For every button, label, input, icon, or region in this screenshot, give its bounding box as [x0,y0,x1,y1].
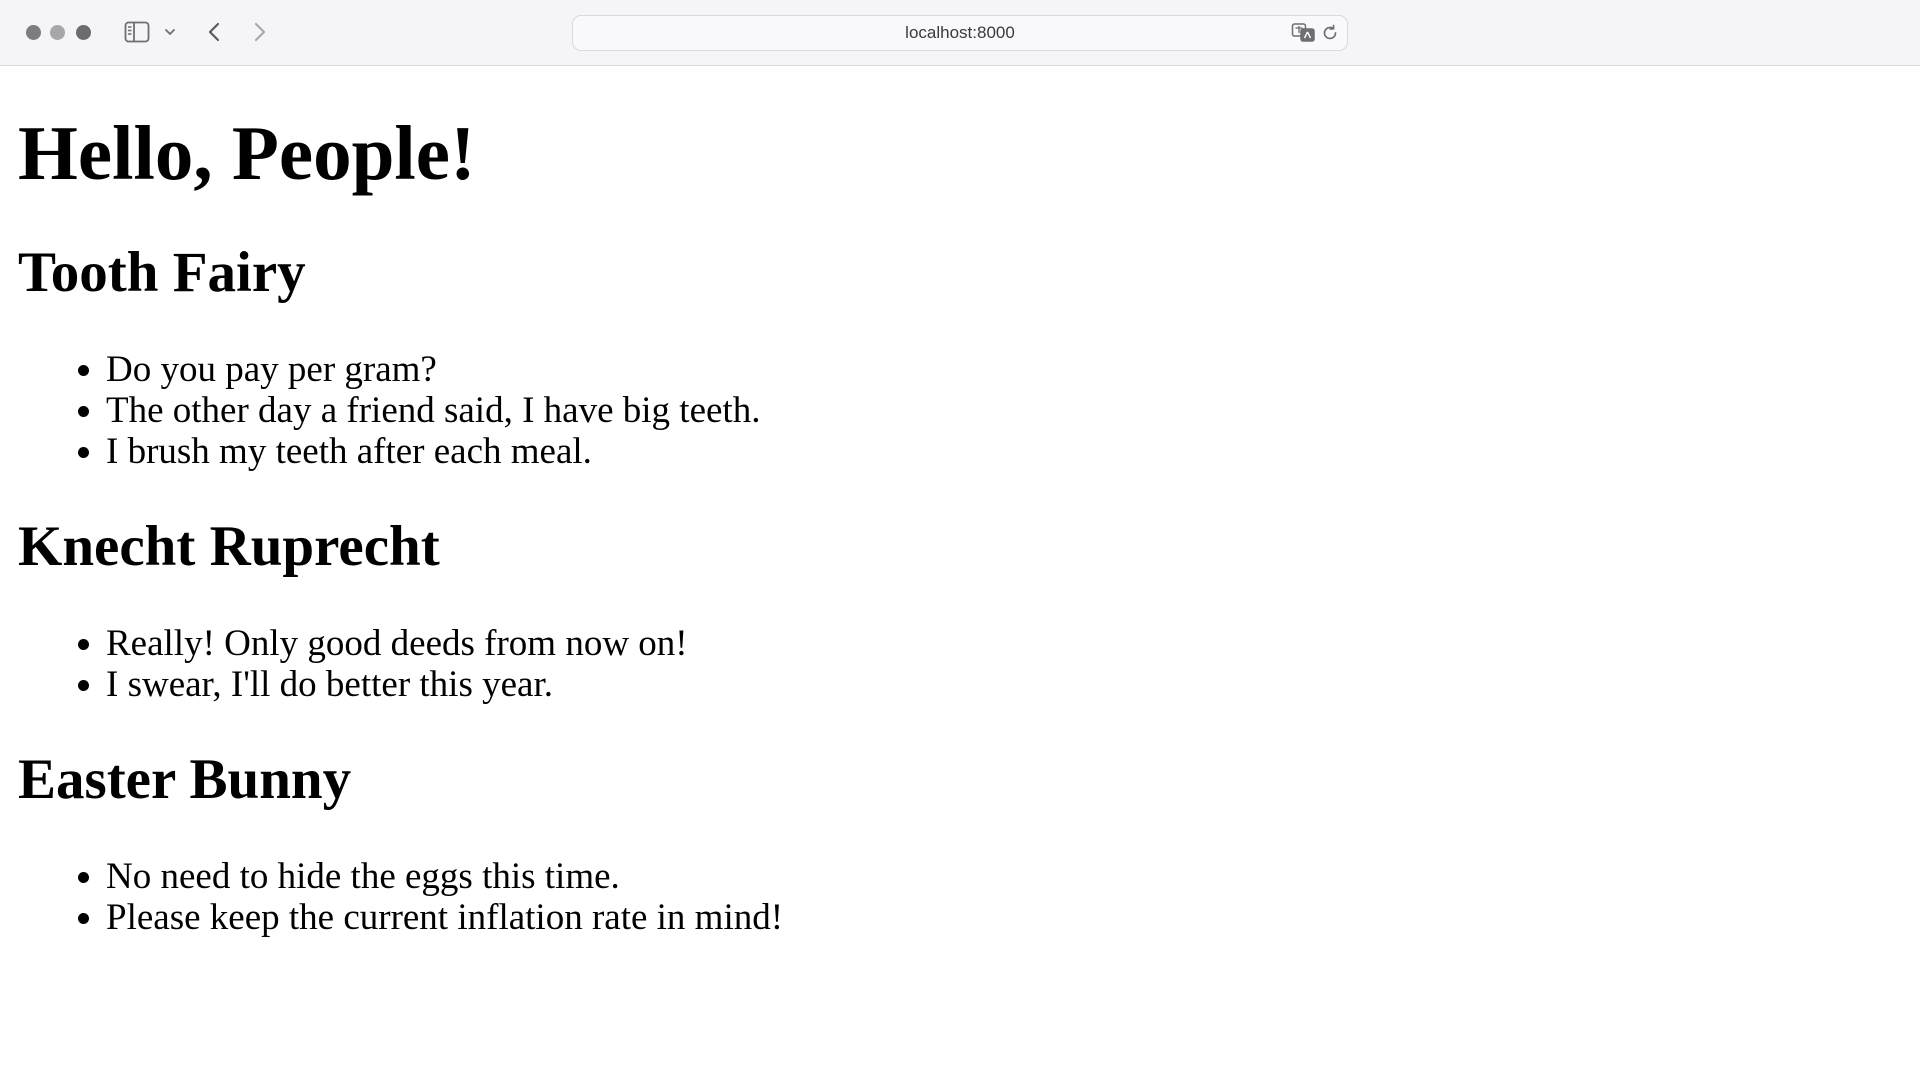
window-maximize-button[interactable] [76,25,91,40]
address-text[interactable]: localhost:8000 [573,16,1347,50]
list-item: Really! Only good deeds from now on! [106,623,688,664]
list-item: Please keep the current inflation rate i… [106,897,783,938]
page-content: Hello, People! Tooth Fairy Do you pay pe… [0,67,1920,1080]
window-close-button[interactable] [26,25,41,40]
chevron-right-icon[interactable] [248,20,270,44]
chevron-down-icon[interactable] [163,25,177,39]
reload-icon[interactable] [1320,23,1340,43]
section-list-tooth-fairy: Do you pay per gram? The other day a fri… [0,349,760,472]
list-item: No need to hide the eggs this time. [106,856,783,897]
window-minimize-button[interactable] [50,25,65,40]
list-item: I brush my teeth after each meal. [106,431,760,472]
chevron-left-icon[interactable] [204,20,226,44]
browser-window: localhost:8000 Hello, People! Tooth Fair… [0,0,1920,1080]
list-item: Do you pay per gram? [106,349,760,390]
section-list-easter-bunny: No need to hide the eggs this time. Plea… [0,856,783,938]
address-bar[interactable]: localhost:8000 [572,15,1348,51]
list-item: The other day a friend said, I have big … [106,390,760,431]
section-title-tooth-fairy: Tooth Fairy [18,241,306,304]
list-item: I swear, I'll do better this year. [106,664,688,705]
section-title-easter-bunny: Easter Bunny [18,748,352,811]
sidebar-icon[interactable] [124,21,150,43]
translate-icon[interactable] [1291,22,1317,44]
browser-toolbar: localhost:8000 [0,0,1920,66]
page-title: Hello, People! [18,110,476,196]
section-title-knecht-ruprecht: Knecht Ruprecht [18,515,440,578]
section-list-knecht-ruprecht: Really! Only good deeds from now on! I s… [0,623,688,705]
